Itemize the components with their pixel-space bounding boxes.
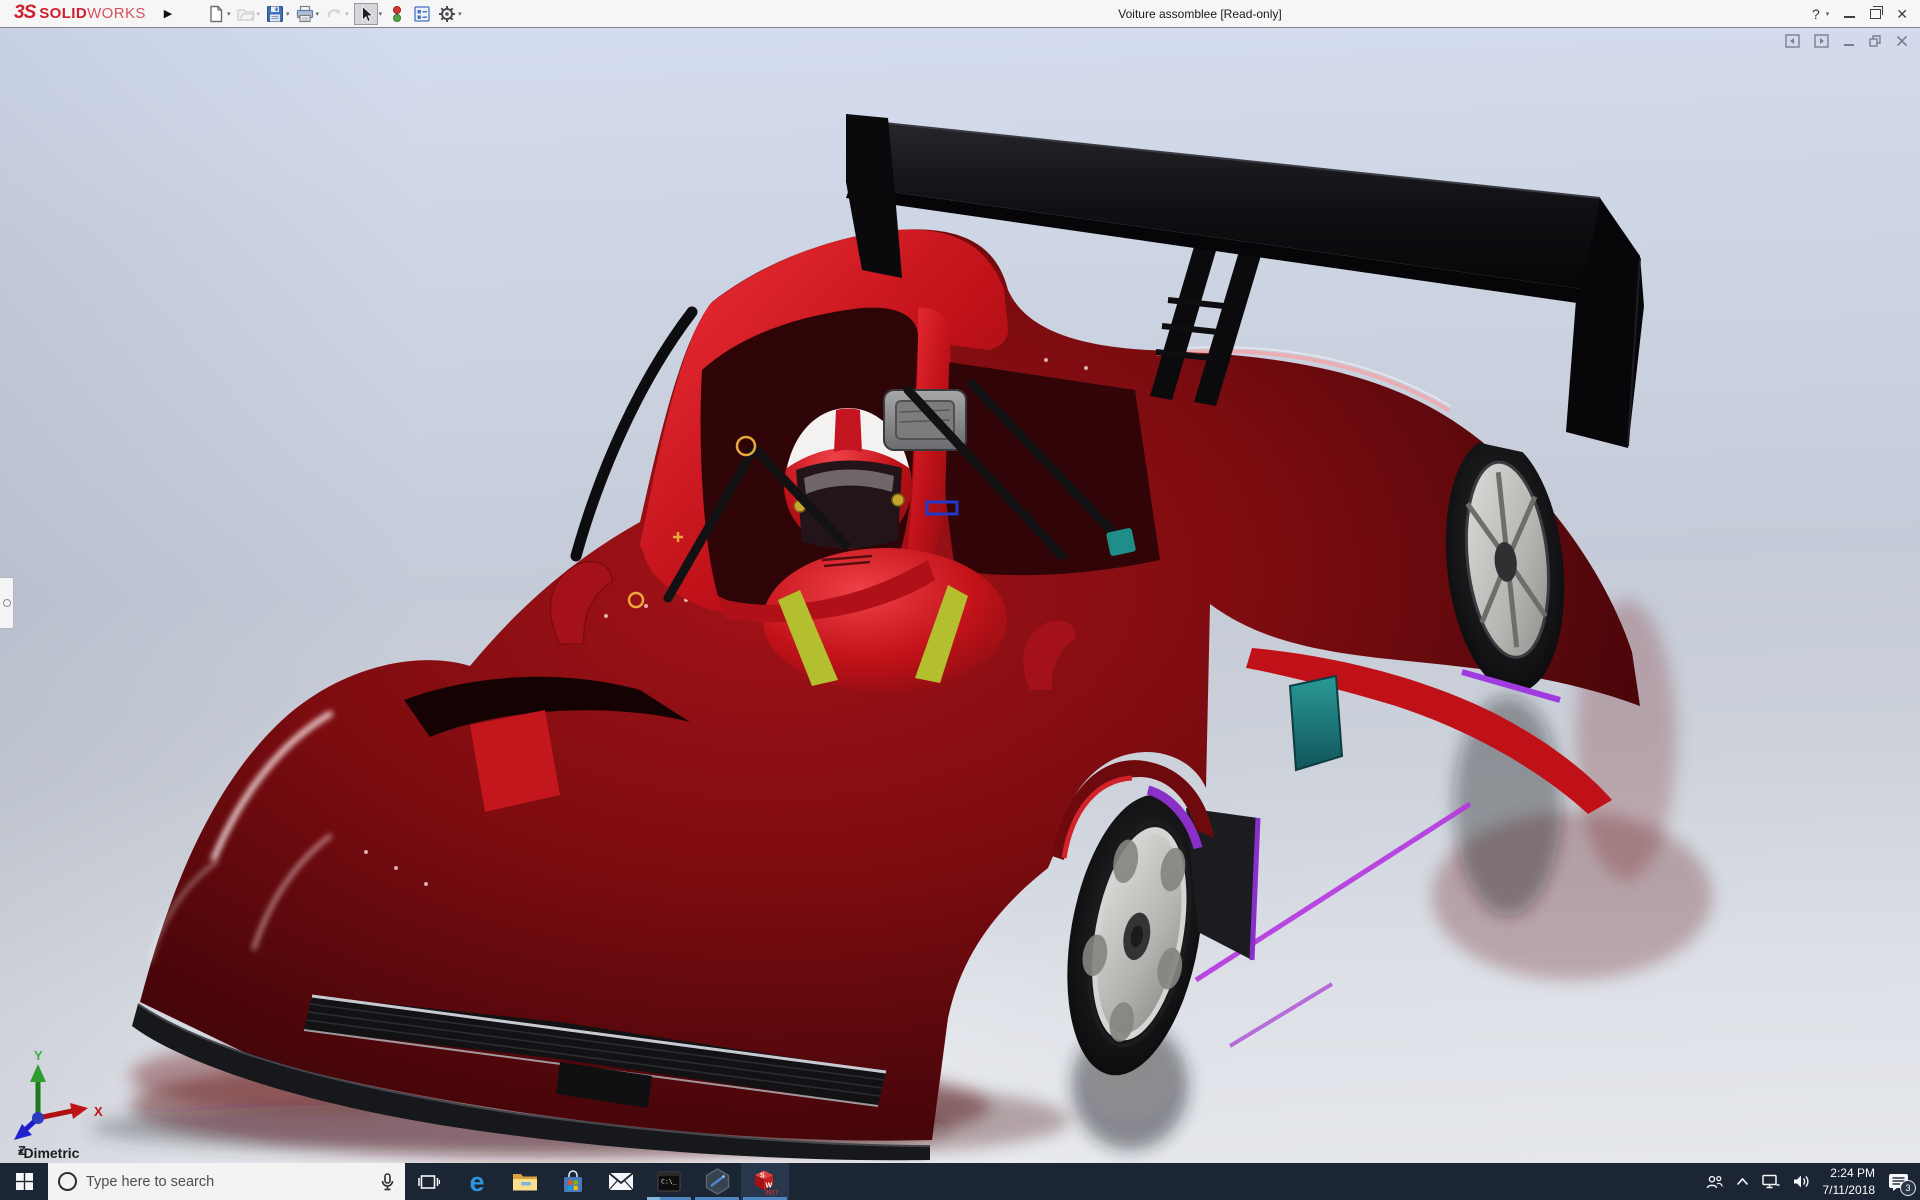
- taskbar-app-hexagon[interactable]: [693, 1163, 741, 1200]
- notification-badge: 3: [1900, 1180, 1916, 1196]
- svg-text:W: W: [766, 1183, 773, 1190]
- taskbar-app-mail[interactable]: [597, 1163, 645, 1200]
- clock[interactable]: 2:24 PM 7/11/2018: [1823, 1165, 1876, 1197]
- network-icon[interactable]: [1762, 1174, 1780, 1189]
- doc-minimize-icon[interactable]: [1843, 35, 1855, 47]
- dropdown-caret-icon: ▾: [345, 10, 349, 18]
- dropdown-caret-icon[interactable]: ▾: [286, 10, 290, 18]
- select-tool-button[interactable]: ▾: [353, 2, 384, 26]
- rebuild-traffic-light-icon: [387, 4, 407, 24]
- tray-date: 7/11/2018: [1823, 1182, 1876, 1198]
- dropdown-caret-icon[interactable]: ▾: [227, 10, 231, 18]
- tray-time: 2:24 PM: [1823, 1165, 1876, 1181]
- new-document-icon: [206, 4, 226, 24]
- taskbar-app-command-prompt[interactable]: C:\_: [645, 1163, 693, 1200]
- quick-access-toolbar: ▾ ▾ ▾: [205, 0, 466, 27]
- dropdown-caret-icon: ▾: [257, 10, 261, 18]
- mail-icon: [608, 1172, 634, 1191]
- side-sill-magenta-trim-2: [1230, 984, 1332, 1046]
- taskbar: Type here to search e: [0, 1163, 1920, 1200]
- window-title: Voiture assomblee [Read-only]: [1118, 7, 1281, 21]
- restore-button[interactable]: [1870, 9, 1881, 19]
- open-document-button[interactable]: ▾: [235, 3, 262, 25]
- feature-panel-flyout-tab[interactable]: [0, 577, 14, 629]
- orientation-triad: Y X Z: [14, 1048, 103, 1158]
- svg-text:e: e: [469, 1168, 484, 1196]
- hexagon-app-icon: [705, 1168, 730, 1195]
- hidden-icons-chevron-icon[interactable]: [1736, 1177, 1749, 1186]
- close-button[interactable]: ✕: [1896, 7, 1908, 21]
- file-properties-button[interactable]: [411, 3, 433, 25]
- taskbar-app-edge[interactable]: e: [453, 1163, 501, 1200]
- help-button[interactable]: ?: [1812, 6, 1820, 22]
- cortana-icon: [58, 1172, 77, 1191]
- windows-logo-icon: [16, 1173, 33, 1190]
- triad-x-label: X: [94, 1104, 103, 1119]
- visor-pivot-right: [892, 494, 904, 506]
- action-center-button[interactable]: 3: [1888, 1172, 1910, 1192]
- taskbar-app-store[interactable]: [549, 1163, 597, 1200]
- window-controls: ? ▾ ✕: [1812, 0, 1908, 27]
- doc-close-icon[interactable]: [1896, 35, 1908, 47]
- file-explorer-icon: [512, 1171, 538, 1193]
- taskbar-app-solidworks[interactable]: S W 2017: [741, 1163, 789, 1200]
- hood-accent-panel: [470, 710, 560, 812]
- minimize-button[interactable]: [1844, 16, 1855, 18]
- triad-y-label: Y: [34, 1048, 43, 1063]
- view-orientation-label: *Dimetric: [18, 1145, 79, 1161]
- title-bar: 3S SOLID WORKS ▶ ▾ ▾: [0, 0, 1920, 28]
- race-car-model[interactable]: Y X Z: [0, 28, 1920, 1163]
- task-view-button[interactable]: [405, 1163, 453, 1200]
- edge-icon: e: [463, 1168, 491, 1196]
- start-button[interactable]: [0, 1163, 48, 1200]
- screen: 3S SOLID WORKS ▶ ▾ ▾: [0, 0, 1920, 1200]
- solidworks-icon: S W 2017: [751, 1168, 779, 1195]
- search-box[interactable]: Type here to search: [48, 1163, 405, 1200]
- dropdown-caret-icon[interactable]: ▾: [379, 10, 383, 18]
- side-window-teal: [1290, 676, 1342, 770]
- dropdown-caret-icon[interactable]: ▾: [458, 10, 462, 18]
- microphone-icon[interactable]: [380, 1173, 395, 1191]
- dock-pane-left-icon[interactable]: [1785, 34, 1800, 48]
- flyout-arrow-icon: ▶: [164, 7, 172, 20]
- volume-icon[interactable]: [1793, 1174, 1810, 1189]
- graphics-area[interactable]: Y X Z *Dimetric: [0, 28, 1920, 1163]
- svg-text:2017: 2017: [765, 1191, 779, 1196]
- solidworks-logo: 3S SOLID WORKS: [14, 2, 146, 24]
- new-document-button[interactable]: ▾: [205, 3, 232, 25]
- task-view-icon: [418, 1173, 440, 1191]
- select-tool-active-frame: [354, 3, 378, 25]
- doc-restore-icon[interactable]: [1869, 35, 1882, 47]
- document-window-controls: [1785, 34, 1908, 48]
- file-properties-icon: [412, 4, 432, 24]
- undo-button[interactable]: ▾: [323, 3, 350, 25]
- print-button[interactable]: ▾: [294, 3, 321, 25]
- command-prompt-icon: C:\_: [657, 1171, 681, 1192]
- helmet-crown-stripe: [834, 409, 862, 453]
- svg-text:C:\_: C:\_: [661, 1178, 677, 1186]
- menu-flyout-button[interactable]: ▶: [160, 4, 176, 23]
- taskbar-app-file-explorer[interactable]: [501, 1163, 549, 1200]
- rebuild-button[interactable]: [386, 3, 408, 25]
- dropdown-caret-icon[interactable]: ▾: [316, 10, 320, 18]
- help-dropdown-caret-icon[interactable]: ▾: [1826, 10, 1830, 18]
- svg-text:S: S: [760, 1173, 765, 1180]
- undo-icon: [324, 4, 344, 24]
- people-icon[interactable]: [1706, 1175, 1723, 1189]
- search-placeholder: Type here to search: [86, 1174, 371, 1190]
- dock-pane-right-icon[interactable]: [1814, 34, 1829, 48]
- gear-icon: [437, 4, 457, 24]
- system-tray: 2:24 PM 7/11/2018 3: [1706, 1163, 1920, 1200]
- store-icon: [561, 1170, 585, 1194]
- solidworks-logo-glyph: 3S: [14, 2, 35, 24]
- options-button[interactable]: ▾: [436, 3, 463, 25]
- print-icon: [295, 4, 315, 24]
- select-cursor-icon: [356, 4, 376, 24]
- open-document-icon: [236, 4, 256, 24]
- save-button[interactable]: ▾: [264, 3, 291, 25]
- save-icon: [265, 4, 285, 24]
